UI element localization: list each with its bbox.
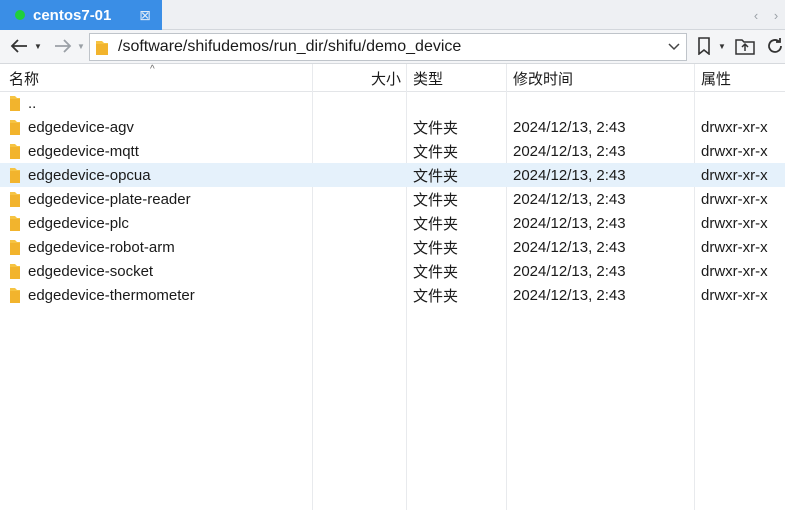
file-row-selected[interactable]: edgedevice-opcua 文件夹 2024/12/13, 2:43 dr… — [0, 163, 785, 187]
folder-icon — [10, 240, 20, 255]
file-name: edgedevice-thermometer — [28, 286, 195, 304]
file-type: 文件夹 — [413, 143, 459, 161]
toolbar: ▼ ▼ ▼ — [0, 30, 785, 64]
file-row-parent[interactable]: .. — [0, 91, 785, 115]
file-name: edgedevice-plate-reader — [28, 190, 191, 208]
file-row[interactable]: edgedevice-socket 文件夹 2024/12/13, 2:43 d… — [0, 259, 785, 283]
file-name: edgedevice-mqtt — [28, 142, 139, 160]
file-modified: 2024/12/13, 2:43 — [513, 166, 626, 184]
path-bar[interactable] — [89, 33, 687, 61]
path-input[interactable] — [118, 38, 658, 56]
file-name: .. — [28, 94, 37, 112]
file-row[interactable]: edgedevice-agv 文件夹 2024/12/13, 2:43 drwx… — [0, 115, 785, 139]
column-header-attributes[interactable]: 属性 — [701, 64, 785, 92]
file-name: edgedevice-opcua — [28, 166, 151, 184]
column-header-type[interactable]: 类型 — [413, 64, 503, 92]
session-tab-title: centos7-01 — [33, 6, 112, 24]
folder-icon — [10, 192, 20, 207]
folder-icon — [96, 41, 108, 55]
file-attributes: drwxr-xr-x — [701, 142, 768, 160]
file-type: 文件夹 — [413, 263, 459, 281]
folder-icon — [10, 168, 20, 183]
file-modified: 2024/12/13, 2:43 — [513, 238, 626, 256]
file-modified: 2024/12/13, 2:43 — [513, 262, 626, 280]
file-row[interactable]: edgedevice-plc 文件夹 2024/12/13, 2:43 drwx… — [0, 211, 785, 235]
file-modified: 2024/12/13, 2:43 — [513, 118, 626, 136]
file-attributes: drwxr-xr-x — [701, 166, 768, 184]
file-attributes: drwxr-xr-x — [701, 286, 768, 304]
file-row[interactable]: edgedevice-robot-arm 文件夹 2024/12/13, 2:4… — [0, 235, 785, 259]
folder-icon — [10, 288, 20, 303]
folder-icon — [10, 120, 20, 135]
bookmark-icon — [698, 37, 710, 55]
file-modified: 2024/12/13, 2:43 — [513, 214, 626, 232]
forward-history-dropdown[interactable]: ▼ — [76, 34, 86, 58]
file-type: 文件夹 — [413, 191, 459, 209]
new-folder-icon — [735, 39, 755, 55]
file-type: 文件夹 — [413, 287, 459, 305]
file-attributes: drwxr-xr-x — [701, 118, 768, 136]
folder-icon — [10, 96, 20, 111]
back-history-dropdown[interactable]: ▼ — [33, 34, 43, 58]
folder-icon — [10, 216, 20, 231]
file-row[interactable]: edgedevice-thermometer 文件夹 2024/12/13, 2… — [0, 283, 785, 307]
file-modified: 2024/12/13, 2:43 — [513, 142, 626, 160]
chevron-down-icon — [668, 43, 680, 51]
column-header-modified[interactable]: 修改时间 — [513, 64, 691, 92]
file-attributes: drwxr-xr-x — [701, 190, 768, 208]
path-history-dropdown[interactable] — [666, 38, 682, 56]
file-name: edgedevice-socket — [28, 262, 154, 280]
arrow-left-icon — [10, 39, 27, 53]
file-attributes: drwxr-xr-x — [701, 238, 768, 256]
close-tab-icon[interactable]: ⊠ — [137, 7, 153, 23]
file-name: edgedevice-plc — [28, 214, 129, 232]
file-attributes: drwxr-xr-x — [701, 262, 768, 280]
file-type: 文件夹 — [413, 239, 459, 257]
forward-button[interactable] — [52, 34, 74, 58]
arrow-right-icon — [55, 39, 72, 53]
folder-icon — [10, 144, 20, 159]
refresh-button[interactable] — [764, 34, 785, 58]
file-name: edgedevice-agv — [28, 118, 134, 136]
folder-icon — [10, 264, 20, 279]
file-row[interactable]: edgedevice-plate-reader 文件夹 2024/12/13, … — [0, 187, 785, 211]
file-name: edgedevice-robot-arm — [28, 238, 175, 256]
tab-bar: centos7-01 ⊠ ‹ › — [0, 0, 785, 30]
bookmark-dropdown[interactable]: ▼ — [717, 34, 727, 58]
new-folder-button[interactable] — [734, 34, 756, 58]
file-type: 文件夹 — [413, 167, 459, 185]
file-attributes: drwxr-xr-x — [701, 214, 768, 232]
back-button[interactable] — [8, 34, 30, 58]
column-header-name[interactable]: 名称 — [9, 64, 309, 92]
tab-scroll-left-icon[interactable]: ‹ — [749, 6, 763, 24]
session-tab[interactable]: centos7-01 ⊠ — [0, 0, 162, 30]
file-modified: 2024/12/13, 2:43 — [513, 190, 626, 208]
file-list-header: ^ 名称 大小 类型 修改时间 属性 — [0, 64, 785, 92]
column-header-size[interactable]: 大小 — [313, 64, 401, 92]
tab-scroll-right-icon[interactable]: › — [769, 6, 783, 24]
file-type: 文件夹 — [413, 215, 459, 233]
file-type: 文件夹 — [413, 119, 459, 137]
bookmark-button[interactable] — [695, 34, 713, 58]
file-row[interactable]: edgedevice-mqtt 文件夹 2024/12/13, 2:43 drw… — [0, 139, 785, 163]
refresh-icon — [767, 38, 782, 53]
connection-status-dot — [15, 10, 25, 20]
file-modified: 2024/12/13, 2:43 — [513, 286, 626, 304]
